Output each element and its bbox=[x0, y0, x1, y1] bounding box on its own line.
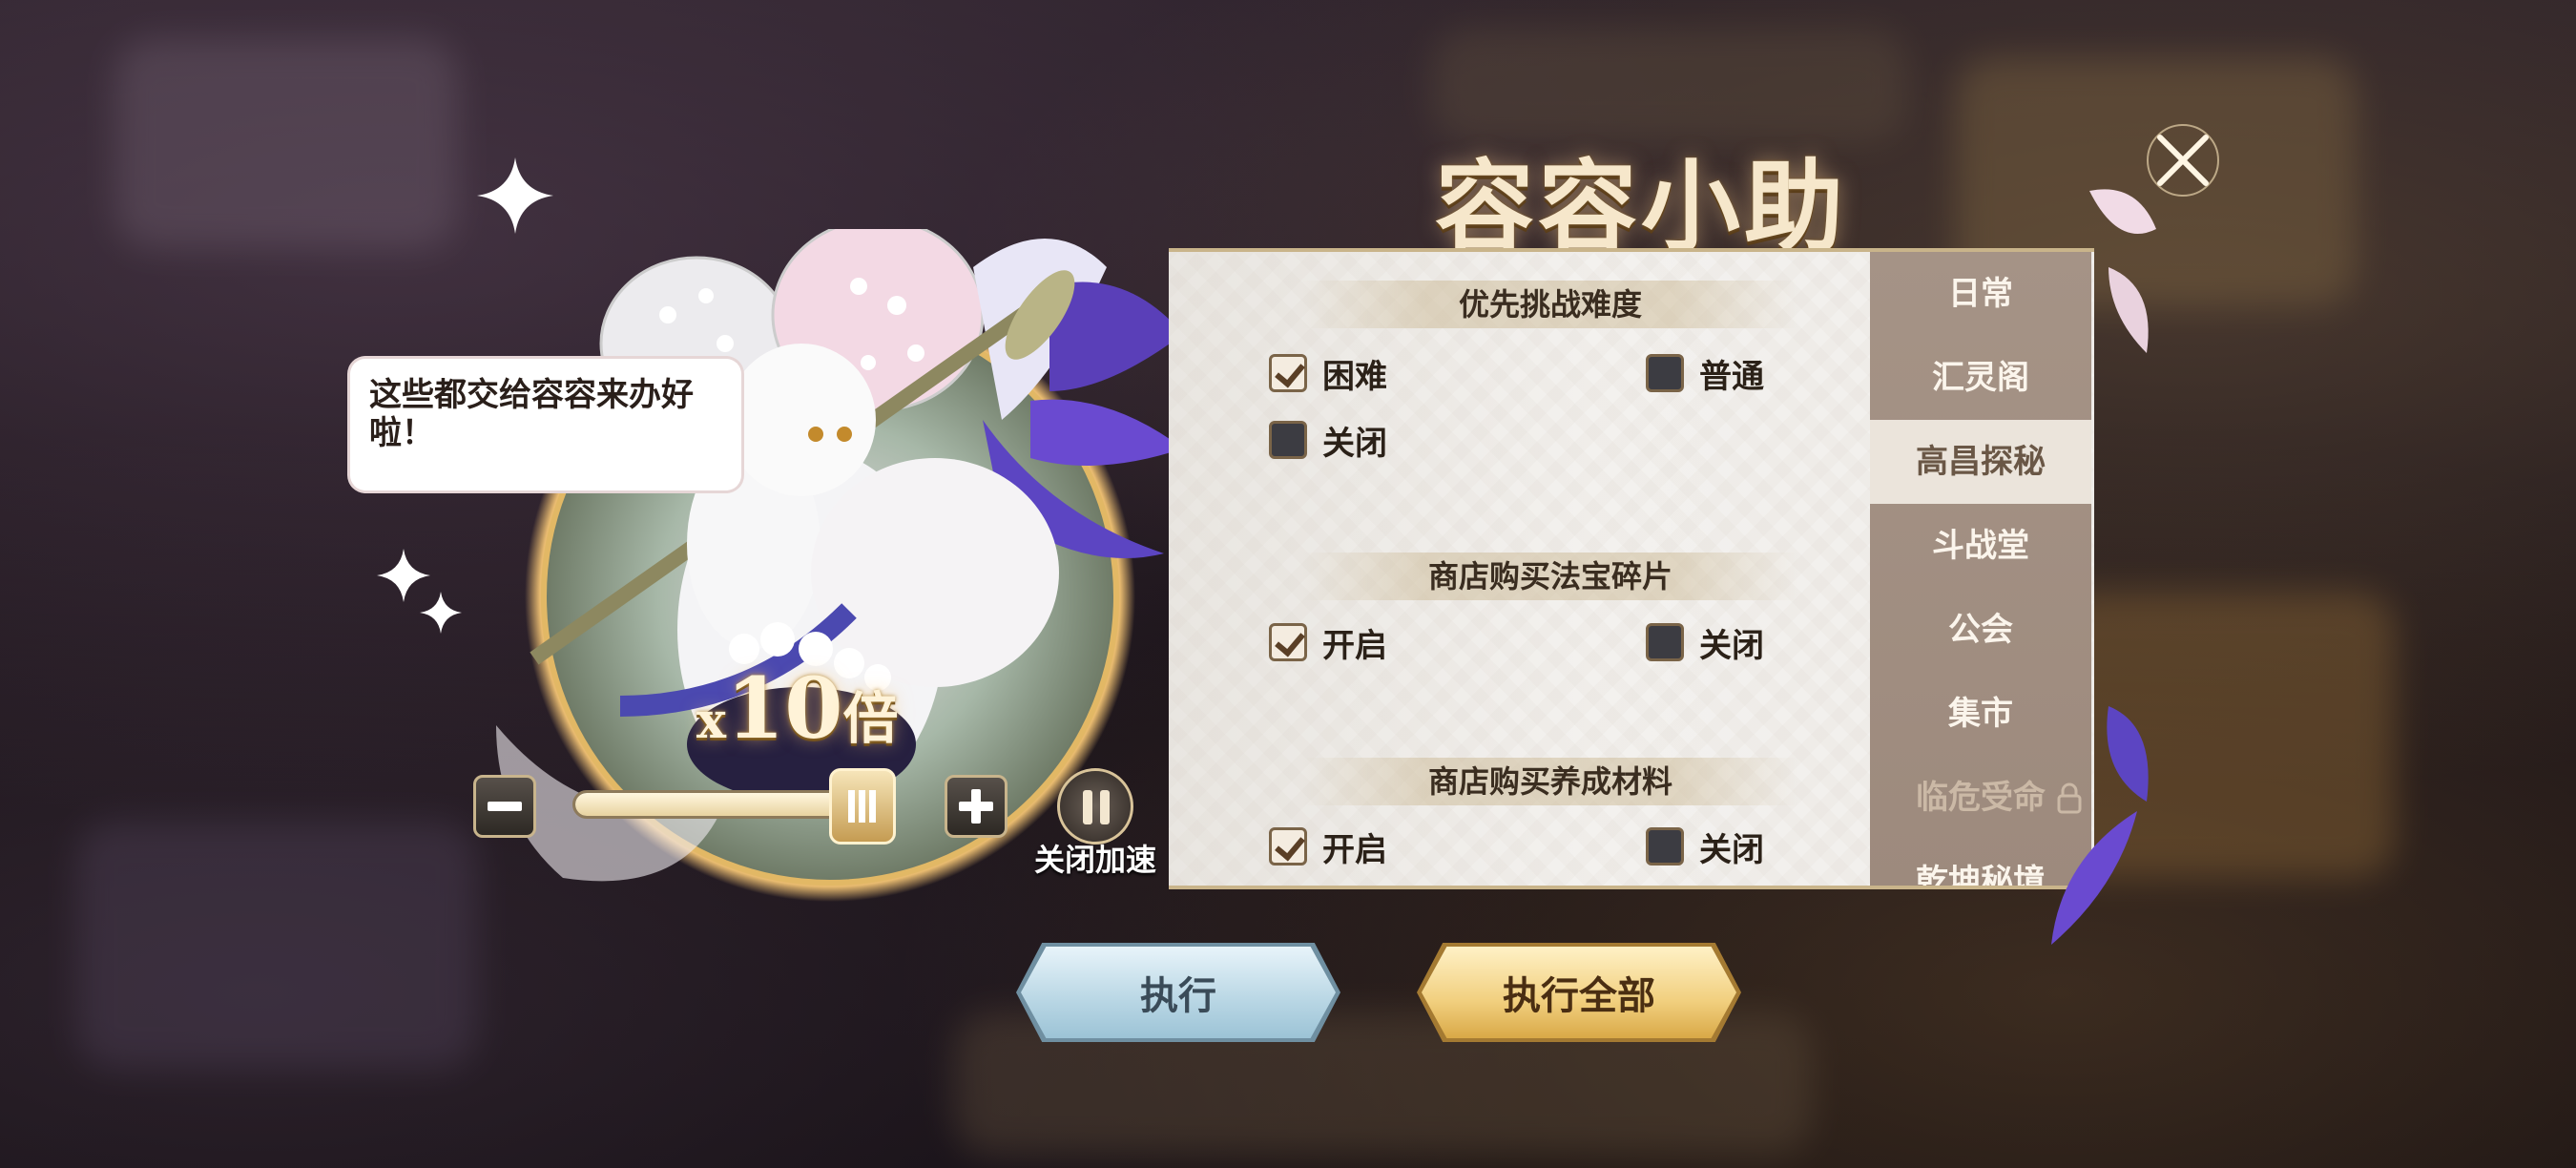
speed-slider-fill bbox=[575, 793, 837, 816]
option-label: 开启 bbox=[1322, 626, 1387, 665]
execute-button[interactable]: 执行 bbox=[1021, 947, 1336, 1038]
option-off[interactable]: 关闭 bbox=[1646, 824, 1764, 869]
option-label: 困难 bbox=[1322, 357, 1387, 396]
speed-value: 10 bbox=[726, 658, 843, 758]
petal-decoration bbox=[2089, 189, 2156, 353]
decrease-speed-button[interactable] bbox=[473, 775, 536, 838]
petal-decoration bbox=[2051, 706, 2149, 945]
grip-icon bbox=[847, 790, 876, 823]
speed-prefix: x bbox=[696, 692, 727, 750]
speed-multiplier: x10倍 bbox=[696, 658, 899, 758]
checkbox[interactable] bbox=[1269, 354, 1307, 392]
nav-item-battle-hall[interactable]: 斗战堂 bbox=[1870, 504, 2091, 588]
sparkle-icon bbox=[477, 157, 553, 234]
option-on[interactable]: 开启 bbox=[1269, 824, 1387, 869]
option-on[interactable]: 开启 bbox=[1269, 620, 1387, 665]
section-header-treasure-shards: 商店购买法宝碎片 bbox=[1302, 553, 1798, 600]
option-label: 开启 bbox=[1322, 830, 1387, 869]
checkbox[interactable] bbox=[1269, 623, 1307, 661]
speech-text: 这些都交给容容来办好啦！ bbox=[369, 376, 694, 452]
option-label: 关闭 bbox=[1322, 424, 1387, 463]
pause-label: 关闭加速 bbox=[1033, 842, 1156, 878]
speed-slider-handle[interactable] bbox=[828, 768, 896, 845]
checkbox[interactable] bbox=[1269, 827, 1307, 866]
option-label: 关闭 bbox=[1699, 830, 1764, 869]
execute-all-button[interactable]: 执行全部 bbox=[1422, 947, 1736, 1038]
option-off[interactable]: 关闭 bbox=[1269, 418, 1387, 463]
checkbox[interactable] bbox=[1269, 421, 1307, 459]
checkbox[interactable] bbox=[1646, 623, 1684, 661]
checkbox[interactable] bbox=[1646, 827, 1684, 866]
sparkle-icon bbox=[420, 592, 462, 634]
speed-suffix: 倍 bbox=[842, 686, 899, 751]
plus-icon bbox=[959, 789, 993, 824]
pause-icon[interactable] bbox=[1057, 768, 1133, 845]
increase-speed-button[interactable] bbox=[945, 775, 1008, 838]
nav-item-label: 临危受命 bbox=[1916, 779, 2046, 817]
nav-item-gaochang-explore[interactable]: 高昌探秘 bbox=[1870, 420, 2091, 504]
speech-bubble: 这些都交给容容来办好啦！ bbox=[350, 359, 741, 490]
checkbox[interactable] bbox=[1646, 354, 1684, 392]
option-normal[interactable]: 普通 bbox=[1646, 351, 1764, 396]
option-label: 普通 bbox=[1699, 357, 1764, 396]
section-header-materials: 商店购买养成材料 bbox=[1302, 758, 1798, 805]
option-label: 关闭 bbox=[1699, 626, 1764, 665]
minus-icon bbox=[488, 802, 522, 811]
section-header-difficulty: 优先挑战难度 bbox=[1302, 281, 1798, 328]
option-hard[interactable]: 困难 bbox=[1269, 351, 1387, 396]
nav-item-guild[interactable]: 公会 bbox=[1870, 588, 2091, 672]
option-off[interactable]: 关闭 bbox=[1646, 620, 1764, 665]
